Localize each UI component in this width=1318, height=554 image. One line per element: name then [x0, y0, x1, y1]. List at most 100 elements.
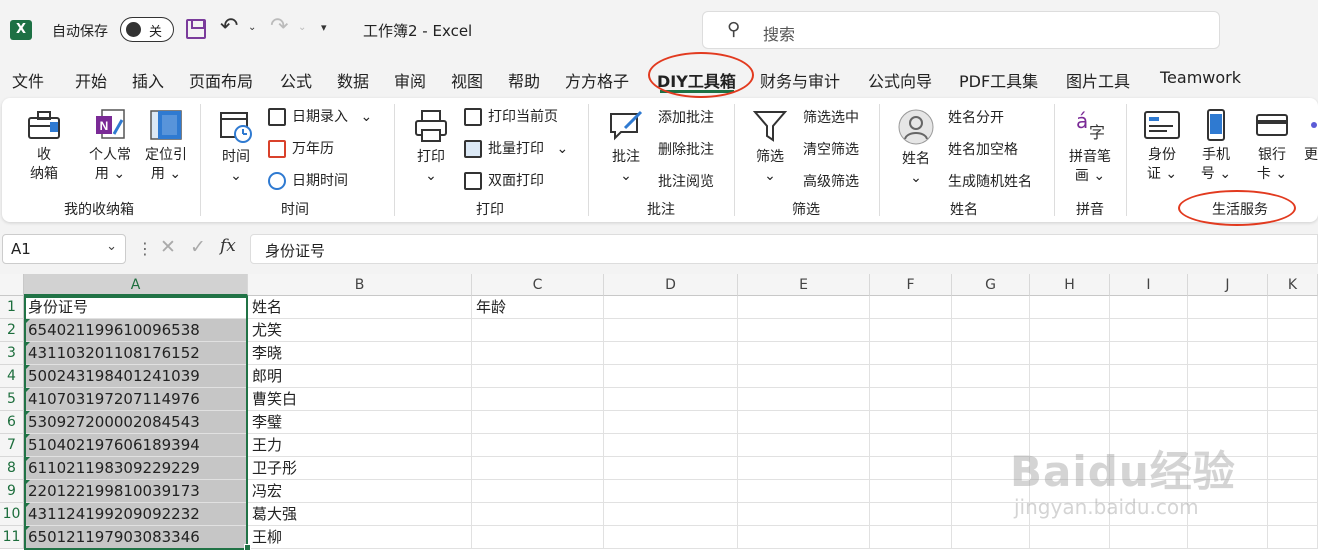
cell-d5[interactable] — [604, 388, 738, 411]
cell-c5[interactable] — [472, 388, 604, 411]
tab-image-tools[interactable]: 图片工具 — [1066, 68, 1130, 92]
undo-dropdown-icon[interactable]: ⌄ — [248, 22, 256, 33]
cell-k8[interactable] — [1268, 457, 1318, 480]
cell-c4[interactable] — [472, 365, 604, 388]
column-header-h[interactable]: H — [1030, 274, 1110, 296]
cell-f10[interactable] — [870, 503, 952, 526]
cell-a3[interactable]: 431103201108176152 — [24, 342, 248, 365]
row-header[interactable]: 5 — [0, 388, 24, 411]
cancel-icon[interactable]: ✕ — [160, 236, 176, 258]
cell-g5[interactable] — [952, 388, 1030, 411]
bank-card-button[interactable]: 银行 卡 ⌄ — [1250, 108, 1294, 184]
customize-quick-access-icon[interactable]: ▾ — [321, 21, 327, 34]
cell-i6[interactable] — [1110, 411, 1188, 434]
cell-b3[interactable]: 李晓 — [248, 342, 472, 365]
row-header[interactable]: 7 — [0, 434, 24, 457]
tab-formulas[interactable]: 公式 — [280, 68, 312, 92]
tab-review[interactable]: 审阅 — [394, 68, 426, 92]
cell-d7[interactable] — [604, 434, 738, 457]
undo-icon[interactable]: ↶ — [220, 14, 238, 39]
cell-a4[interactable]: 500243198401241039 — [24, 365, 248, 388]
row-header[interactable]: 4 — [0, 365, 24, 388]
row-header[interactable]: 6 — [0, 411, 24, 434]
cell-j1[interactable] — [1188, 296, 1268, 319]
random-name-button[interactable]: 生成随机姓名 — [948, 171, 1032, 191]
cell-c2[interactable] — [472, 319, 604, 342]
comment-button[interactable]: 批注 ⌄ — [602, 108, 650, 186]
cell-e4[interactable] — [738, 365, 870, 388]
cell-d10[interactable] — [604, 503, 738, 526]
cell-j5[interactable] — [1188, 388, 1268, 411]
cell-f5[interactable] — [870, 388, 952, 411]
cell-g6[interactable] — [952, 411, 1030, 434]
cell-i4[interactable] — [1110, 365, 1188, 388]
select-all-corner[interactable] — [0, 274, 24, 296]
cell-k10[interactable] — [1268, 503, 1318, 526]
cell-c1[interactable]: 年龄 — [472, 296, 604, 319]
row-header[interactable]: 8 — [0, 457, 24, 480]
cell-k3[interactable] — [1268, 342, 1318, 365]
cell-k7[interactable] — [1268, 434, 1318, 457]
cell-e7[interactable] — [738, 434, 870, 457]
cell-k4[interactable] — [1268, 365, 1318, 388]
cell-h5[interactable] — [1030, 388, 1110, 411]
cell-f7[interactable] — [870, 434, 952, 457]
id-card-button[interactable]: 身份 证 ⌄ — [1140, 108, 1184, 184]
tab-pdf-tools[interactable]: PDF工具集 — [959, 68, 1038, 92]
cell-i11[interactable] — [1110, 526, 1188, 549]
column-header-k[interactable]: K — [1268, 274, 1318, 296]
cell-f1[interactable] — [870, 296, 952, 319]
autosave-toggle[interactable]: 关 — [120, 17, 174, 42]
cell-b10[interactable]: 葛大强 — [248, 503, 472, 526]
cell-b4[interactable]: 郎明 — [248, 365, 472, 388]
cell-f8[interactable] — [870, 457, 952, 480]
cell-a5[interactable]: 410703197207114976 — [24, 388, 248, 411]
cell-c9[interactable] — [472, 480, 604, 503]
tab-fangfang[interactable]: 方方格子 — [565, 68, 629, 92]
storage-box-button[interactable]: 收 纳箱 — [22, 108, 66, 184]
insert-function-icon[interactable]: fx — [220, 236, 236, 256]
cell-c7[interactable] — [472, 434, 604, 457]
cell-c8[interactable] — [472, 457, 604, 480]
advanced-filter-button[interactable]: 高级筛选 — [803, 171, 859, 191]
cell-i3[interactable] — [1110, 342, 1188, 365]
cell-a8[interactable]: 611021198309229229 — [24, 457, 248, 480]
cell-a1[interactable]: 身份证号 — [24, 296, 248, 319]
cell-f4[interactable] — [870, 365, 952, 388]
cell-c11[interactable] — [472, 526, 604, 549]
cell-b9[interactable]: 冯宏 — [248, 480, 472, 503]
row-header[interactable]: 1 — [0, 296, 24, 319]
pinyin-strokes-button[interactable]: á 字 拼音笔 画 ⌄ — [1064, 108, 1116, 186]
cell-a7[interactable]: 510402197606189394 — [24, 434, 248, 457]
cell-i5[interactable] — [1110, 388, 1188, 411]
time-button[interactable]: 时间 ⌄ — [214, 108, 258, 186]
cell-d8[interactable] — [604, 457, 738, 480]
add-comment-button[interactable]: 添加批注 — [658, 107, 714, 127]
cell-d2[interactable] — [604, 319, 738, 342]
cell-k6[interactable] — [1268, 411, 1318, 434]
column-header-f[interactable]: F — [870, 274, 952, 296]
cell-k11[interactable] — [1268, 526, 1318, 549]
cell-h3[interactable] — [1030, 342, 1110, 365]
column-header-c[interactable]: C — [472, 274, 604, 296]
name-add-space-button[interactable]: 姓名加空格 — [948, 139, 1018, 159]
cell-k2[interactable] — [1268, 319, 1318, 342]
cell-h4[interactable] — [1030, 365, 1110, 388]
cell-b1[interactable]: 姓名 — [248, 296, 472, 319]
cell-j3[interactable] — [1188, 342, 1268, 365]
print-button[interactable]: 打印 ⌄ — [409, 108, 453, 186]
perpetual-calendar-button[interactable]: 万年历 — [268, 138, 334, 158]
cell-b2[interactable]: 尤笑 — [248, 319, 472, 342]
cell-d9[interactable] — [604, 480, 738, 503]
cell-a2[interactable]: 654021199610096538 — [24, 319, 248, 342]
cell-a11[interactable]: 650121197903083346 — [24, 526, 248, 549]
row-header[interactable]: 2 — [0, 319, 24, 342]
cell-i1[interactable] — [1110, 296, 1188, 319]
cell-i2[interactable] — [1110, 319, 1188, 342]
cell-a10[interactable]: 431124199209092232 — [24, 503, 248, 526]
cell-e10[interactable] — [738, 503, 870, 526]
cell-j4[interactable] — [1188, 365, 1268, 388]
tab-data[interactable]: 数据 — [337, 68, 369, 92]
cell-b5[interactable]: 曹笑白 — [248, 388, 472, 411]
cell-d6[interactable] — [604, 411, 738, 434]
